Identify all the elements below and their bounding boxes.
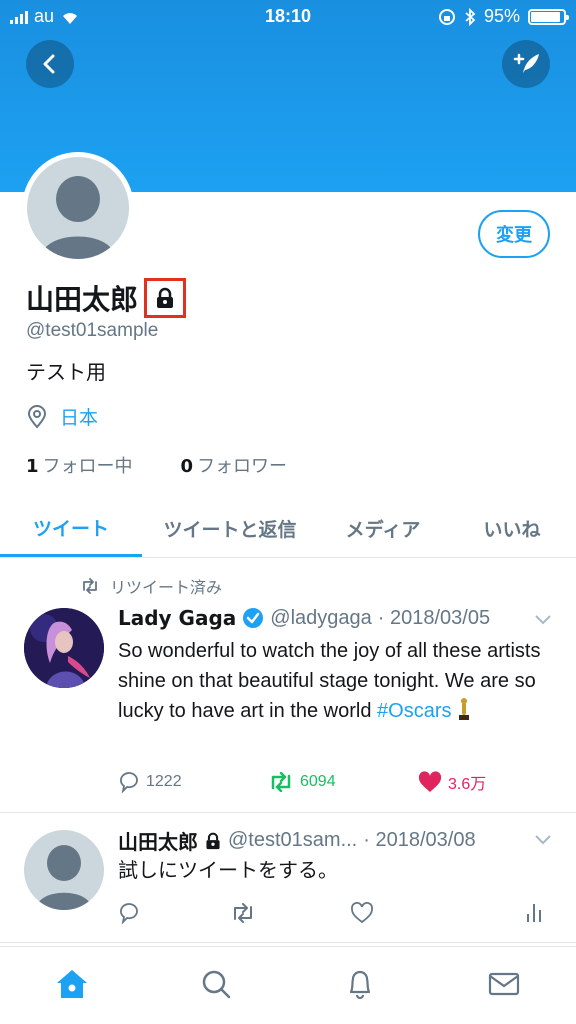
search-tab[interactable] [192,960,240,1008]
tweet-body: 試しにツイートをする。 [118,856,558,886]
messages-tab[interactable] [480,960,528,1008]
hashtag-link[interactable]: #Oscars [377,700,451,722]
analytics-action[interactable] [526,902,542,924]
notifications-tab[interactable] [336,960,384,1008]
analytics-icon [527,904,541,922]
tweet-avatar[interactable] [24,608,104,688]
compose-tweet-button[interactable] [502,40,550,88]
followers-count: 0 [180,456,194,477]
tweet-date: · 2018/03/08 [363,829,476,851]
profile-name-row: 山田太郎 [26,278,187,318]
home-tab[interactable] [48,960,96,1008]
tweet-header: 山田太郎 @test01sam... · 2018/03/08 [118,826,476,855]
retweet-indicator: リツイート済み [80,574,222,598]
tweet-divider [0,942,576,943]
following-stat[interactable]: 1 フォロー中 [26,452,133,478]
tweet-actions: 1222 6094 3.6万 [118,770,486,794]
profile-name: 山田太郎 [26,283,139,316]
tweet-handle: @ladygaga [270,606,372,629]
tweet-author[interactable]: Lady Gaga [118,606,236,630]
location-text[interactable]: 日本 [60,403,98,430]
protected-account-highlight [144,278,187,318]
default-avatar-icon [36,845,92,910]
tab-tweets-and-replies[interactable]: ツイートと返信 [142,500,318,557]
messages-icon [488,972,520,995]
like-icon [418,771,442,792]
tweet-actions [118,902,542,924]
reply-action[interactable] [118,902,230,924]
followers-stat[interactable]: 0 フォロワー [181,452,288,478]
profile-location: 日本 [26,403,98,430]
like-action[interactable] [350,902,526,924]
reply-count: 1222 [146,773,182,790]
bluetooth-icon [465,7,476,26]
chevron-down-icon[interactable] [534,834,552,846]
lock-icon [157,287,174,308]
back-icon [43,54,55,74]
follow-stats: 1 フォロー中 0 フォロワー [26,452,287,478]
tweet-header: Lady Gaga @ladygaga · 2018/03/05 [118,606,490,630]
chevron-down-icon[interactable] [534,614,552,626]
tweet-divider [0,812,576,813]
following-count: 1 [26,456,39,477]
tweet-text: So wonderful to watch the joy of all the… [118,640,541,722]
status-bar: au 18:10 95% [0,0,576,34]
tab-tweets[interactable]: ツイート [0,500,142,557]
back-button[interactable] [26,40,74,88]
retweet-action[interactable]: 6094 [268,772,418,792]
profile-tabs: ツイート ツイートと返信 メディア いいね [0,500,576,558]
profile-bio: テスト用 [26,360,106,384]
location-pin-icon [27,404,47,429]
profile-avatar[interactable] [22,152,134,264]
tweet-date: · 2018/03/05 [377,606,491,629]
reply-icon [120,772,138,793]
lock-icon [206,832,220,849]
default-avatar-icon [41,176,115,259]
profile-handle: @test01sample [26,320,159,341]
reply-icon [120,903,138,924]
lady-gaga-avatar-image [24,608,104,688]
tweet-author[interactable]: 山田太郎 [118,826,198,855]
battery-percent: 95% [483,6,520,26]
tab-media[interactable]: メディア [318,500,448,557]
reply-action[interactable]: 1222 [118,771,268,793]
retweet-action[interactable] [230,903,350,923]
retweet-label: リツイート済み [110,578,223,597]
bottom-tab-bar [0,946,576,1024]
verified-icon [243,608,264,628]
oscar-statuette-icon [459,698,470,720]
tweet-handle: @test01sam... [228,829,358,851]
following-label: フォロー中 [42,456,133,477]
tweet-body: So wonderful to watch the joy of all the… [118,636,558,726]
search-icon [202,970,231,998]
retweet-icon [234,903,252,923]
retweet-count: 6094 [300,773,336,790]
rotation-lock-icon [438,8,455,25]
tweet-text: 試しにツイートをする。 [118,860,338,882]
notifications-icon [349,970,371,999]
home-icon [57,969,87,998]
tab-likes[interactable]: いいね [448,500,576,557]
battery-icon [528,8,569,25]
retweet-icon [83,578,97,594]
followers-label: フォロワー [197,456,288,477]
like-action[interactable]: 3.6万 [418,770,486,794]
like-icon [351,902,373,924]
tweet-avatar[interactable] [24,830,104,910]
like-count: 3.6万 [448,776,487,793]
compose-icon [513,53,539,73]
edit-profile-button[interactable]: 変更 [478,210,550,258]
retweet-icon [271,772,291,792]
